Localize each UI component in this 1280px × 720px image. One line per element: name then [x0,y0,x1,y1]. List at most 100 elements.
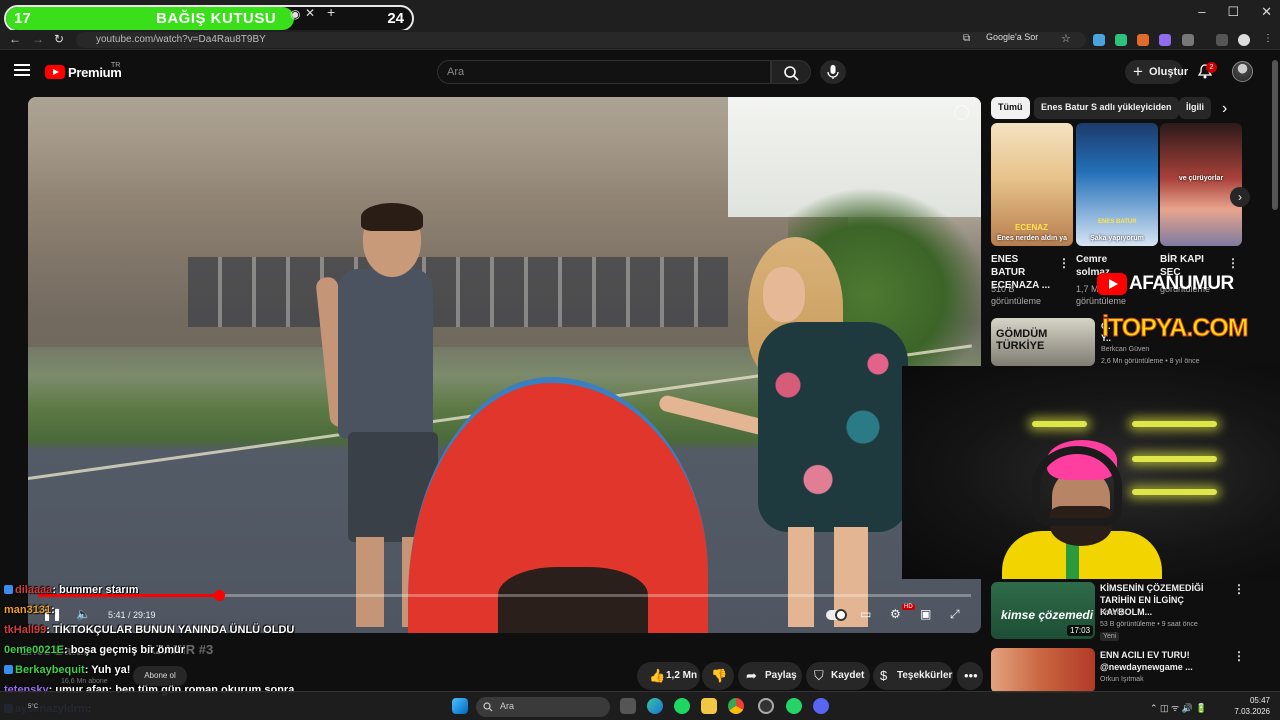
hd-badge: HD [902,604,915,610]
rec-1-meta: 2,6 Mn görüntüleme • 8 yıl önce [1101,358,1200,365]
tab-close-icon[interactable]: ✕ [305,6,315,20]
file-explorer-icon[interactable] [701,698,717,714]
search-input[interactable]: Ara [437,60,771,84]
video-info-icon[interactable] [954,105,969,120]
spotify-icon[interactable] [674,698,690,714]
recommendation-1-thumbnail[interactable]: GÖMDÜM TÜRKİYE [991,318,1095,366]
rec-3-channel[interactable]: Orkun Işıtmak [1100,676,1144,683]
shelf-next-chevron-icon[interactable]: › [1230,187,1250,207]
shelf-3-menu-icon[interactable]: ⋮ [1227,256,1239,270]
afanumur-text: AFANUMUR [1129,273,1234,294]
task-view-icon[interactable] [620,698,636,714]
extension-icon-1[interactable] [1093,34,1105,46]
chat-username: man3131 [4,604,52,616]
profile-icon[interactable] [1238,34,1250,46]
subtitles-icon[interactable]: ▭ [860,607,876,621]
chat-text: Yuh ya! [91,664,131,676]
dislike-button[interactable]: 👎 [702,662,734,690]
region-code: TR [111,62,121,69]
youtube-logo-icon[interactable] [45,65,65,79]
hamburger-menu-icon[interactable] [14,64,30,76]
taskbar-search[interactable]: Ara [476,697,610,717]
shelf-1-menu-icon[interactable]: ⋮ [1058,256,1070,270]
tab-audio-icon[interactable]: ◉ [290,7,300,21]
thumb-2-caption: Şaka yapıyorum [1090,235,1144,242]
clock-date: 7.03.2026 [1234,707,1270,716]
like-count: 1,2 Mn [666,670,698,681]
bookmark-star-icon[interactable]: ☆ [1061,32,1071,45]
maximize-icon[interactable]: ☐ [1227,4,1239,20]
streamer-webcam [902,366,1280,579]
recommendation-3-thumbnail[interactable] [991,648,1095,693]
thumbs-down-icon: 👎 [711,668,728,683]
taskbar-search-placeholder: Ara [500,701,515,711]
plus-icon: + [1133,62,1143,81]
video-scene-windows [188,257,728,327]
streamer-person [1002,436,1162,579]
rec-2-menu-icon[interactable]: ⋮ [1233,582,1245,596]
chat-username: dilaaaa [15,584,53,596]
thanks-button[interactable]: $ Teşekkürler [873,662,953,690]
url-field[interactable]: youtube.com/watch?v=Da4Rau8T9BY [76,32,1086,48]
afanumur-overlay-logo: AFANUMUR [1097,270,1257,298]
reading-list-icon[interactable] [1216,34,1228,46]
forward-icon[interactable]: → [32,32,44,46]
video-person-woman [657,237,908,633]
discord-icon[interactable] [813,698,829,714]
system-tray[interactable]: ⌃ ◫ ᯤ 🔊 🔋 [1150,701,1207,714]
taskbar-clock[interactable]: 05:47 7.03.2026 [1228,695,1270,717]
create-button[interactable]: + Oluştur [1125,60,1188,84]
autoplay-toggle[interactable] [826,609,847,621]
voice-search-button[interactable] [820,60,846,84]
whatsapp-icon[interactable] [786,698,802,714]
video-player[interactable] [28,97,981,633]
chip-all[interactable]: Tümü [991,97,1030,119]
chat-message: man3131: [4,604,55,616]
chrome-icon[interactable] [728,698,744,714]
share-button[interactable]: ➦ Paylaş [738,662,802,690]
browser-menu-icon[interactable]: ⋮ [1263,33,1273,44]
donation-title: BAĞIŞ KUTUSU [156,10,277,27]
rec-3-title[interactable]: ENN ACILI EV TURU! @newdaynewgame ... [1100,649,1230,673]
chat-text: boşa geçmiş bir ömür [70,644,185,656]
reload-icon[interactable]: ↻ [54,32,64,46]
extension-icon-2[interactable] [1115,34,1127,46]
chip-from-uploader[interactable]: Enes Batur S adlı yükleyiciden [1034,97,1179,119]
rec-1-channel[interactable]: Berkcan Güven [1101,346,1149,353]
like-button[interactable]: 👍 1,2 Mn [637,662,700,690]
minimize-icon[interactable]: – [1198,4,1205,20]
fullscreen-icon[interactable]: ⤢ [950,607,966,621]
extension-icon-4[interactable] [1159,34,1171,46]
obs-icon[interactable] [758,698,774,714]
shelf-thumbnail-2[interactable]: ENES BATUR Şaka yapıyorum [1076,123,1158,246]
shelf-1-views-label: görüntüleme [991,296,1042,306]
chips-next-chevron-icon[interactable]: › [1222,100,1227,118]
chat-message: Berkaybequit: Yuh ya! [4,664,130,676]
close-window-icon[interactable]: ✕ [1261,4,1272,20]
edge-icon[interactable] [647,698,663,714]
extension-icon-3[interactable] [1137,34,1149,46]
thumb-2-label: ENES BATUR [1098,219,1137,225]
account-avatar[interactable] [1232,61,1253,82]
shelf-thumbnail-3[interactable]: ve çürüyorlar [1160,123,1242,246]
donation-current-count: 17 [14,10,31,27]
rec-2-new-badge: Yeni [1100,632,1120,641]
led-light-1 [1032,421,1087,427]
rec-3-menu-icon[interactable]: ⋮ [1233,649,1245,663]
ask-google-button[interactable]: Google'a Sor [986,32,1038,42]
save-button[interactable]: ⛉ Kaydet [806,662,870,690]
cast-icon[interactable]: ⧉ [963,33,970,44]
search-button[interactable] [771,60,811,84]
rec-2-channel[interactable]: Bentropi [1100,609,1126,616]
extensions-puzzle-icon[interactable] [1182,34,1194,46]
page-scrollbar[interactable] [1272,60,1278,210]
new-tab-button[interactable]: + [327,4,335,20]
search-placeholder: Ara [447,66,465,78]
theater-mode-icon[interactable]: ▣ [920,607,936,621]
chip-related[interactable]: İlgili [1179,97,1211,119]
windows-start-icon[interactable] [452,698,468,714]
back-icon[interactable]: ← [9,32,21,46]
shelf-thumbnail-1[interactable]: ECENAZ Enes nerden aldın ya [991,123,1073,246]
weather-widget[interactable]: 5°C [28,704,38,710]
more-actions-button[interactable]: ••• [957,662,983,690]
